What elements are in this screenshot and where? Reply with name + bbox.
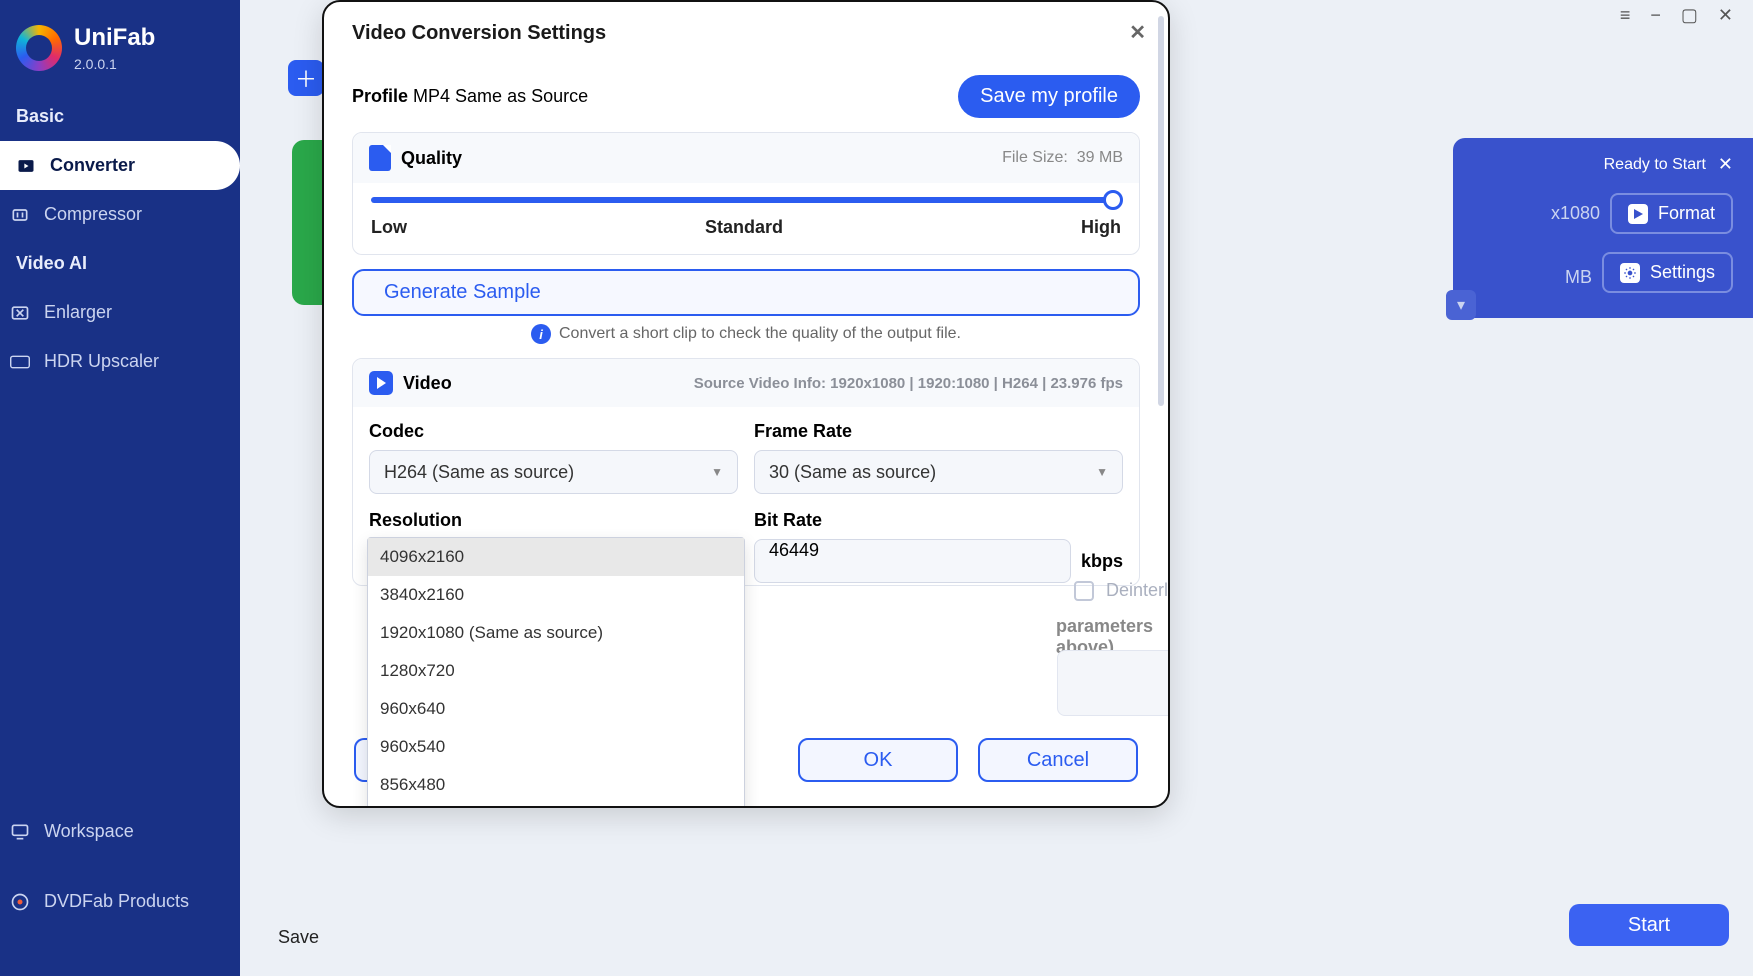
codec-value: H264 (Same as source) [384, 462, 574, 483]
task-panel: Ready to Start ✕ x1080 Format MB Setting… [1453, 138, 1753, 318]
settings-label: Settings [1650, 262, 1715, 283]
bitrate-unit: kbps [1081, 551, 1123, 572]
slider-low: Low [371, 217, 407, 238]
cancel-button[interactable]: Cancel [978, 738, 1138, 782]
ready-status: Ready to Start [1604, 156, 1706, 174]
nav-label: Workspace [44, 821, 134, 842]
app-name: UniFab [74, 24, 155, 52]
nav-label: Enlarger [44, 302, 112, 323]
converter-icon [16, 156, 36, 176]
nav-label: HDR Upscaler [44, 351, 159, 372]
codec-label: Codec [369, 421, 738, 442]
app-version: 2.0.0.1 [74, 56, 155, 72]
resolution-option[interactable]: 960x540 [368, 728, 744, 766]
framerate-select[interactable]: 30 (Same as source) ▼ [754, 450, 1123, 494]
start-button[interactable]: Start [1569, 904, 1729, 946]
ok-button[interactable]: OK [798, 738, 958, 782]
file-icon [369, 145, 391, 171]
sidebar-item-dvdfab[interactable]: DVDFab Products [0, 877, 240, 926]
profile-text: Profile MP4 Same as Source [352, 86, 588, 107]
save-to-label: Save [278, 927, 319, 948]
format-label: Format [1658, 203, 1715, 224]
resolution-option[interactable]: 3840x2160 [368, 576, 744, 614]
deinterlacing-checkbox[interactable] [1074, 581, 1094, 601]
sidebar-item-workspace[interactable]: Workspace [0, 807, 240, 856]
deinterlacing-row: Deinterlacing [1074, 580, 1170, 601]
quality-section: Quality File Size: 39 MB Low Standard Hi… [352, 132, 1140, 255]
nav-section-basic: Basic [0, 92, 240, 141]
chevron-down-icon: ▼ [1096, 465, 1108, 479]
resolution-dropdown: 4096x2160 3840x2160 1920x1080 (Same as s… [367, 537, 745, 808]
settings-button[interactable]: Settings [1602, 252, 1733, 293]
video-icon [369, 371, 393, 395]
hdr-icon [10, 352, 30, 372]
video-label: Video [403, 373, 452, 394]
nav-label: DVDFab Products [44, 891, 189, 912]
file-size-text: File Size: 39 MB [1002, 149, 1123, 167]
more-icon[interactable]: ≡ [1620, 5, 1631, 26]
size-peek: MB [1565, 267, 1592, 288]
sidebar-item-enlarger[interactable]: Enlarger [0, 288, 240, 337]
dialog-title: Video Conversion Settings [352, 22, 1140, 45]
sidebar-item-hdr-upscaler[interactable]: HDR Upscaler [0, 337, 240, 386]
workspace-icon [10, 822, 30, 842]
resolution-option[interactable]: 1280x720 [368, 652, 744, 690]
resolution-option[interactable]: 1920x1080 (Same as source) [368, 614, 744, 652]
chevron-down-icon: ▼ [711, 465, 723, 479]
nav-label: Compressor [44, 204, 142, 225]
slider-handle[interactable] [1103, 190, 1123, 210]
nav-section-videoai: Video AI [0, 239, 240, 288]
framerate-label: Frame Rate [754, 421, 1123, 442]
scrollbar[interactable] [1158, 16, 1164, 406]
info-text: Convert a short clip to check the qualit… [559, 325, 961, 343]
panel-dropdown-icon[interactable]: ▾ [1446, 290, 1476, 320]
enlarger-icon [10, 303, 30, 323]
dialog-close-icon[interactable]: ✕ [1129, 20, 1146, 45]
add-button[interactable]: ＋ [288, 60, 324, 96]
resolution-option[interactable]: 800x480 [368, 804, 744, 808]
gear-icon [1620, 263, 1640, 283]
dvdfab-icon [10, 892, 30, 912]
deinterlacing-label: Deinterlacing [1106, 580, 1170, 601]
format-icon [1628, 204, 1648, 224]
source-info: Source Video Info: 1920x1080 | 1920:1080… [694, 375, 1123, 392]
sidebar-item-compressor[interactable]: Compressor [0, 190, 240, 239]
bitrate-label: Bit Rate [754, 510, 1123, 531]
quality-label: Quality [401, 148, 462, 169]
resolution-option[interactable]: 960x640 [368, 690, 744, 728]
slider-high: High [1081, 217, 1121, 238]
minimize-icon[interactable]: − [1650, 5, 1661, 26]
save-profile-button[interactable]: Save my profile [958, 75, 1140, 118]
generate-sample-button[interactable]: Generate Sample [352, 269, 1140, 316]
quality-slider[interactable] [371, 197, 1121, 203]
maximize-icon[interactable]: ▢ [1681, 5, 1698, 26]
info-row: i Convert a short clip to check the qual… [352, 324, 1140, 344]
resolution-option[interactable]: 856x480 [368, 766, 744, 804]
compressor-icon [10, 205, 30, 225]
resolution-option[interactable]: 4096x2160 [368, 538, 744, 576]
green-card-edge [292, 140, 322, 305]
video-conversion-settings-dialog: Video Conversion Settings ✕ Profile MP4 … [322, 0, 1170, 808]
nav-label: Converter [50, 155, 135, 176]
app-close-icon[interactable]: ✕ [1718, 5, 1733, 26]
resolution-label: Resolution [369, 510, 738, 531]
framerate-value: 30 (Same as source) [769, 462, 936, 483]
sidebar-item-converter[interactable]: Converter [0, 141, 240, 190]
task-close-icon[interactable]: ✕ [1718, 154, 1733, 175]
resolution-peek: x1080 [1551, 203, 1600, 224]
sidebar: UniFab 2.0.0.1 Basic Converter Compresso… [0, 0, 240, 976]
slider-standard: Standard [705, 217, 783, 238]
parameters-output [1057, 650, 1170, 716]
profile-label: Profile [352, 86, 408, 106]
bitrate-input[interactable]: 46449 [754, 539, 1071, 583]
info-icon: i [531, 324, 551, 344]
profile-value: MP4 Same as Source [413, 86, 588, 106]
logo-icon [16, 25, 62, 71]
app-logo: UniFab 2.0.0.1 [0, 20, 240, 92]
codec-select[interactable]: H264 (Same as source) ▼ [369, 450, 738, 494]
format-button[interactable]: Format [1610, 193, 1733, 234]
window-controls: ≡ − ▢ ✕ [1620, 5, 1733, 26]
